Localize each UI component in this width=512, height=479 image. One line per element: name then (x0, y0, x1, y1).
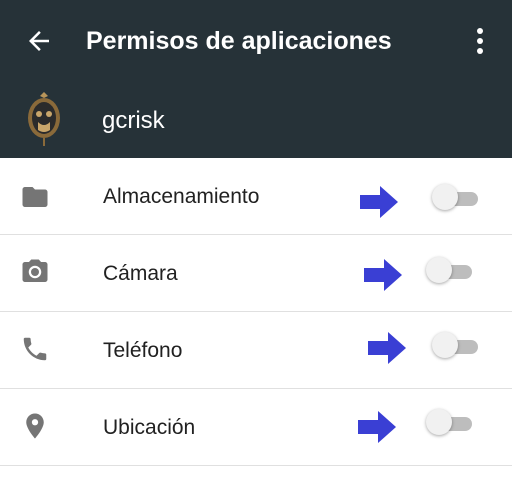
arrow-right-icon (356, 409, 398, 445)
switch-thumb (426, 409, 452, 435)
switch-thumb (426, 257, 452, 283)
app-info-bar: gcrisk (0, 82, 512, 158)
app-toolbar: Permisos de aplicaciones (0, 0, 512, 82)
permission-switch[interactable] (432, 332, 480, 360)
back-button[interactable] (24, 26, 54, 56)
permission-row-telefono[interactable]: Teléfono (0, 312, 512, 389)
location-pin-icon (20, 411, 50, 441)
app-name: gcrisk (102, 107, 165, 134)
camera-icon (20, 257, 50, 287)
folder-icon (20, 182, 50, 212)
permission-label: Teléfono (103, 339, 183, 362)
permission-switch[interactable] (426, 257, 474, 285)
permission-label: Almacenamiento (103, 185, 260, 208)
more-vert-icon (477, 28, 483, 54)
app-logo-icon (26, 90, 62, 148)
arrow-right-icon (358, 184, 400, 220)
permission-row-camara[interactable]: Cámara (0, 235, 512, 312)
permission-row-almacenamiento[interactable]: Almacenamiento (0, 158, 512, 235)
permission-list: Almacenamiento Cámara Teléfono Ubicación (0, 158, 512, 466)
arrow-right-icon (362, 257, 404, 293)
switch-thumb (432, 184, 458, 210)
arrow-right-icon (366, 330, 408, 366)
arrow-left-icon (29, 31, 49, 51)
permission-label: Ubicación (103, 416, 196, 439)
more-options-button[interactable] (470, 26, 490, 56)
page-title: Permisos de aplicaciones (86, 27, 392, 55)
permission-row-ubicacion[interactable]: Ubicación (0, 389, 512, 466)
permission-switch[interactable] (426, 409, 474, 437)
switch-thumb (432, 332, 458, 358)
permission-switch[interactable] (432, 184, 480, 212)
phone-icon (20, 334, 50, 364)
permission-label: Cámara (103, 262, 178, 285)
